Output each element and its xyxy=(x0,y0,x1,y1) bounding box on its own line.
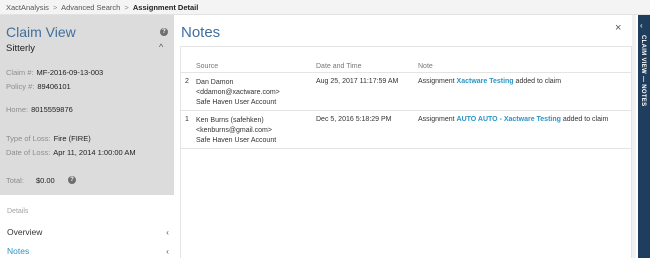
details-section-label: Details xyxy=(7,208,29,215)
note-suffix: added to claim xyxy=(515,78,562,85)
note-suffix: added to claim xyxy=(562,116,609,123)
breadcrumb-advanced-search[interactable]: Advanced Search xyxy=(61,3,120,12)
help-icon[interactable]: ? xyxy=(160,28,168,36)
claim-panel: Claim View ? Sitterly ^ Claim #: MF-2016-… xyxy=(0,15,174,195)
type-of-loss-label: Type of Loss: xyxy=(6,134,51,143)
total-value: $0.00 xyxy=(35,176,55,185)
side-tab-label: CLAIM VIEW — NOTES xyxy=(640,35,646,107)
nav-item-notes[interactable]: Notes ‹ xyxy=(7,246,169,258)
close-icon[interactable]: × xyxy=(615,22,621,34)
chevron-up-icon[interactable]: ^ xyxy=(159,42,163,52)
nav-item-label: Notes xyxy=(7,246,30,256)
date-of-loss-field: Date of Loss: Apr 11, 2014 1:00:00 AM xyxy=(6,148,136,157)
note-cell: Assignment Xactware Testing added to cla… xyxy=(418,78,561,85)
policy-number-field: Policy #: 89406101 xyxy=(6,82,71,91)
table-header: Source Date and Time Note xyxy=(181,47,631,73)
claim-number-field: Claim #: MF-2016-09-13-003 xyxy=(6,68,103,77)
column-header-source[interactable]: Source xyxy=(196,63,218,70)
source-cell: Ken Burns (safehken) <kenburns@gmail.com… xyxy=(196,116,276,146)
chevron-left-icon: ‹ xyxy=(166,246,169,256)
claim-name: Sitterly xyxy=(6,43,36,54)
nav-item-label: Overview xyxy=(7,227,43,237)
datetime-cell: Dec 5, 2016 5:18:29 PM xyxy=(316,116,392,123)
breadcrumb-xactanalysis[interactable]: XactAnalysis xyxy=(6,3,49,12)
table-row: 1 Ken Burns (safehken) <kenburns@gmail.c… xyxy=(181,111,631,149)
note-cell: Assignment AUTO AUTO - Xactware Testing … xyxy=(418,116,608,123)
total-help-icon[interactable]: ? xyxy=(68,176,76,184)
nav-item-overview[interactable]: Overview ‹ xyxy=(7,227,169,241)
home-phone-label: Home: xyxy=(6,105,29,114)
breadcrumb-current: Assignment Detail xyxy=(132,3,199,12)
total-label: Total: xyxy=(6,176,24,185)
assignment-link[interactable]: AUTO AUTO - Xactware Testing xyxy=(457,116,561,123)
policy-number-label: Policy #: xyxy=(6,82,35,91)
source-name: Ken Burns (safehken) xyxy=(196,117,264,124)
page-title: Notes xyxy=(181,24,221,41)
chevron-left-icon: ‹ xyxy=(640,21,643,30)
breadcrumb-separator: > xyxy=(53,3,58,12)
source-account: Safe Haven User Account xyxy=(196,137,277,144)
source-account: Safe Haven User Account xyxy=(196,99,277,106)
row-number: 1 xyxy=(185,116,189,123)
claim-number-label: Claim #: xyxy=(6,68,34,77)
source-email: <kenburns@gmail.com> xyxy=(196,127,272,134)
policy-number-value: 89406101 xyxy=(37,82,71,91)
table-row: 2 Dan Damon <ddamon@xactware.com> Safe H… xyxy=(181,73,631,111)
datetime-cell: Aug 25, 2017 11:17:59 AM xyxy=(316,78,399,85)
source-email: <ddamon@xactware.com> xyxy=(196,89,280,96)
home-phone-value: 8015559876 xyxy=(31,105,73,114)
chevron-left-icon: ‹ xyxy=(166,227,169,237)
claim-number-value: MF-2016-09-13-003 xyxy=(36,68,104,77)
breadcrumb: XactAnalysis > Advanced Search > Assignm… xyxy=(0,0,650,15)
row-number: 2 xyxy=(185,78,189,85)
claim-view-title: Claim View xyxy=(6,24,76,40)
date-of-loss-label: Date of Loss: xyxy=(6,148,51,157)
home-phone-field: Home: 8015559876 xyxy=(6,105,73,114)
scrollbar[interactable] xyxy=(632,15,636,258)
column-header-date-time[interactable]: Date and Time xyxy=(316,63,362,70)
breadcrumb-separator: > xyxy=(124,3,129,12)
column-header-note[interactable]: Note xyxy=(418,63,433,70)
type-of-loss-field: Type of Loss: Fire (FIRE) xyxy=(6,134,91,143)
total-field: Total: $0.00 xyxy=(6,176,55,185)
note-prefix: Assignment xyxy=(418,78,455,85)
claim-view-notes-side-tab[interactable]: ‹ CLAIM VIEW — NOTES xyxy=(638,15,650,258)
assignment-link[interactable]: Xactware Testing xyxy=(457,78,514,85)
source-name: Dan Damon xyxy=(196,79,234,86)
date-of-loss-value: Apr 11, 2014 1:00:00 AM xyxy=(53,148,136,157)
notes-table: Source Date and Time Note 2 Dan Damon <d… xyxy=(180,46,632,258)
type-of-loss-value: Fire (FIRE) xyxy=(53,134,91,143)
note-prefix: Assignment xyxy=(418,116,455,123)
source-cell: Dan Damon <ddamon@xactware.com> Safe Hav… xyxy=(196,78,280,108)
